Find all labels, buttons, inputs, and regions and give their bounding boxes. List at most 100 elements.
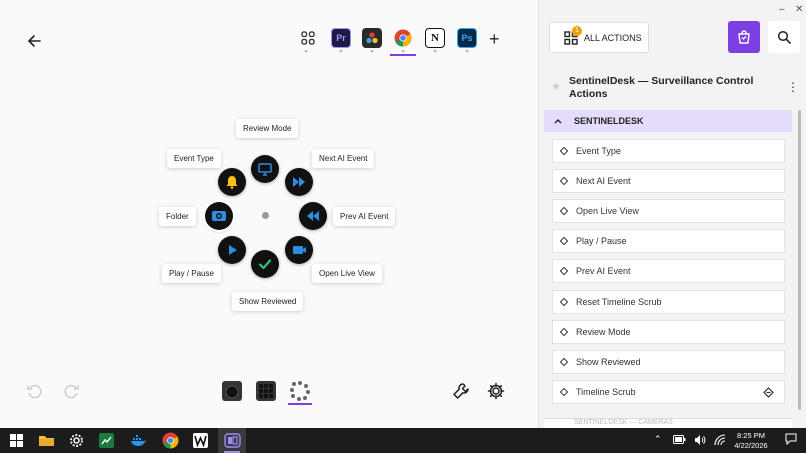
section-header-sentineldesk[interactable]: SENTINELDESK — [544, 110, 792, 132]
windows-start-icon[interactable] — [8, 432, 25, 449]
tray-overflow-icon[interactable]: ⌃ — [654, 434, 662, 445]
clock-time: 8:25 PM — [737, 431, 765, 440]
taskbar: ⌃ 8:25 PM 4/22/2026 — [0, 428, 806, 453]
plugin-title: SentinelDesk — Surveillance Control Acti… — [569, 75, 754, 100]
chevron-up-icon — [554, 116, 562, 126]
show-reviewed-button[interactable] — [251, 250, 279, 278]
action-diamond-icon — [559, 236, 569, 246]
notifications-icon[interactable] — [785, 433, 797, 447]
active-app-indicator — [390, 54, 416, 56]
wrench-icon[interactable] — [452, 382, 470, 405]
section-title: SENTINELDESK — [574, 116, 644, 126]
action-diamond-icon — [559, 327, 569, 337]
label-prev-ai-event: Prev AI Event — [333, 207, 396, 226]
action-diamond-icon — [559, 387, 569, 397]
device-canvas: ⌄ Pr ⌄ ⌄ ⌄ N ⌄ Ps ⌄ + Review Mode Next A… — [0, 0, 538, 428]
settings-gear-icon[interactable] — [68, 432, 85, 449]
action-label: Prev AI Event — [576, 266, 631, 276]
battery-icon[interactable] — [673, 435, 686, 446]
photoshop-icon[interactable]: Ps — [457, 28, 477, 48]
notification-badge: 1 — [572, 25, 582, 36]
play-pause-button[interactable] — [218, 236, 246, 264]
action-prev-ai-event[interactable]: Prev AI Event — [552, 259, 785, 283]
chevron-down-icon[interactable]: ⌄ — [430, 46, 440, 54]
notion-icon[interactable]: N — [425, 28, 445, 48]
action-label: Reset Timeline Scrub — [576, 297, 662, 307]
docker-icon[interactable] — [130, 432, 147, 449]
more-options-icon[interactable]: ⋮ — [787, 80, 799, 94]
volume-icon[interactable] — [694, 434, 706, 448]
action-open-live-view[interactable]: Open Live View — [552, 199, 785, 223]
action-diamond-icon — [559, 357, 569, 367]
wifi-icon[interactable] — [714, 434, 726, 448]
panel-scrollbar-thumb[interactable] — [798, 110, 801, 410]
action-review-mode[interactable]: Review Mode — [552, 320, 785, 344]
all-actions-label: ALL ACTIONS — [584, 32, 642, 43]
active-layout-indicator — [288, 403, 312, 405]
marketplace-bag-button[interactable] — [728, 21, 760, 53]
chevron-down-icon[interactable]: ⌄ — [301, 46, 311, 54]
label-next-ai-event: Next AI Event — [312, 149, 375, 168]
action-label: Show Reviewed — [576, 357, 641, 367]
review-mode-button[interactable] — [251, 155, 279, 183]
action-label: Event Type — [576, 146, 621, 156]
clock-date: 4/22/2026 — [734, 441, 768, 450]
favorite-star-icon[interactable]: ★ — [551, 80, 561, 93]
action-event-type[interactable]: Event Type — [552, 139, 785, 163]
premiere-pro-icon[interactable]: Pr — [331, 28, 351, 48]
label-open-live-view: Open Live View — [312, 264, 382, 283]
back-arrow-icon[interactable] — [24, 30, 46, 52]
chevron-down-icon[interactable]: ⌄ — [398, 46, 408, 54]
search-icon — [777, 30, 791, 44]
next-section-header[interactable]: SENTINELDESK — CAMERAS — [544, 418, 792, 428]
action-label: Review Mode — [576, 327, 631, 337]
apps-grid-icon[interactable] — [298, 28, 318, 48]
close-icon[interactable]: ✕ — [795, 4, 803, 15]
action-label: Open Live View — [576, 206, 639, 216]
dial-adjust-icon — [763, 387, 774, 400]
ring-center — [262, 212, 269, 219]
chrome-icon[interactable] — [393, 28, 413, 48]
logi-options-icon[interactable] — [224, 432, 241, 449]
label-folder: Folder — [159, 207, 196, 226]
chrome-taskbar-icon[interactable] — [162, 432, 179, 449]
device-keypad-icon[interactable] — [255, 380, 277, 407]
chevron-down-icon[interactable]: ⌄ — [367, 46, 377, 54]
folder-button[interactable] — [205, 202, 233, 230]
action-reset-timeline-scrub[interactable]: Reset Timeline Scrub — [552, 290, 785, 314]
spreadsheet-app-icon[interactable] — [98, 432, 115, 449]
file-explorer-icon[interactable] — [38, 432, 55, 449]
next-ai-event-button[interactable] — [285, 168, 313, 196]
label-show-reviewed: Show Reviewed — [232, 292, 304, 311]
action-diamond-icon — [559, 176, 569, 186]
davinci-resolve-icon[interactable] — [362, 28, 382, 48]
actions-panel: – ✕ 1 ALL ACTIONS ★ SentinelDesk — Surve… — [538, 0, 806, 428]
device-dial-icon[interactable] — [221, 380, 243, 407]
action-timeline-scrub[interactable]: Timeline Scrub — [552, 380, 785, 404]
action-next-ai-event[interactable]: Next AI Event — [552, 169, 785, 193]
action-play-pause[interactable]: Play / Pause — [552, 229, 785, 253]
clock[interactable]: 8:25 PM 4/22/2026 — [726, 431, 776, 451]
chevron-down-icon[interactable]: ⌄ — [462, 46, 472, 54]
open-live-view-button[interactable] — [285, 236, 313, 264]
minimize-icon[interactable]: – — [779, 4, 785, 15]
writing-app-icon[interactable] — [192, 432, 209, 449]
prev-ai-event-button[interactable] — [299, 202, 327, 230]
settings-gear-icon[interactable] — [487, 382, 505, 405]
redo-icon[interactable] — [64, 383, 80, 404]
action-diamond-icon — [559, 266, 569, 276]
actions-grid-icon: 1 — [564, 25, 582, 45]
action-show-reviewed[interactable]: Show Reviewed — [552, 350, 785, 374]
search-button[interactable] — [768, 21, 800, 53]
add-app-icon[interactable]: + — [489, 29, 500, 50]
action-diamond-icon — [559, 206, 569, 216]
undo-icon[interactable] — [26, 383, 42, 404]
action-diamond-icon — [559, 297, 569, 307]
chevron-down-icon[interactable]: ⌄ — [336, 46, 346, 54]
action-diamond-icon — [559, 146, 569, 156]
label-play-pause: Play / Pause — [162, 264, 221, 283]
all-actions-button[interactable]: 1 ALL ACTIONS — [549, 22, 649, 53]
event-type-button[interactable] — [218, 168, 246, 196]
action-label: Next AI Event — [576, 176, 631, 186]
app-window: ⌄ Pr ⌄ ⌄ ⌄ N ⌄ Ps ⌄ + Review Mode Next A… — [0, 0, 806, 453]
